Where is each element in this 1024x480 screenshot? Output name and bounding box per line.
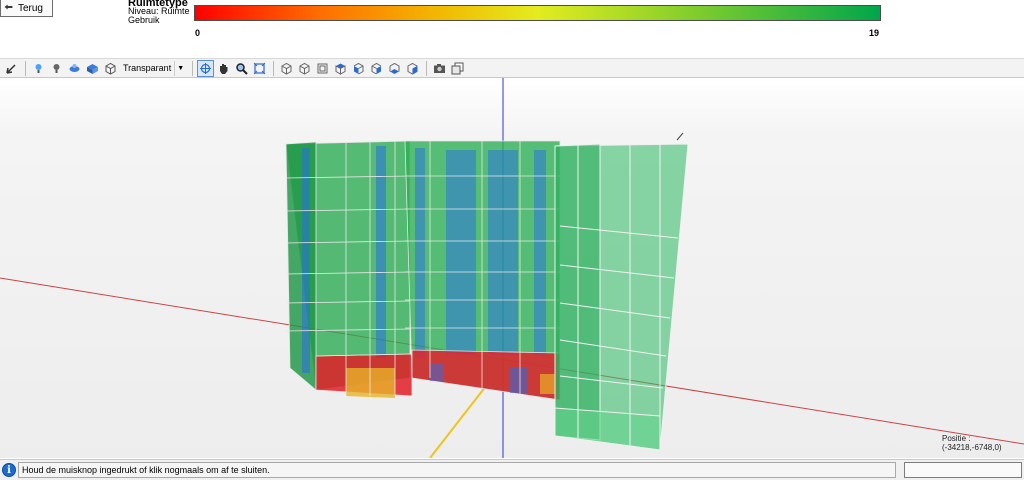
toolbar-separator xyxy=(426,60,428,76)
view-iso-icon[interactable] xyxy=(278,60,295,77)
copy-image-icon[interactable] xyxy=(449,60,466,77)
building-right-wing xyxy=(554,143,689,451)
building-center xyxy=(404,140,561,401)
scale-min-value: 0 xyxy=(195,28,201,38)
render-mode-select[interactable]: Transparant ▼ xyxy=(120,60,186,77)
position-readout: Positie : (-34218,-6748,0) xyxy=(942,434,1002,452)
view-persp-icon[interactable] xyxy=(404,60,421,77)
back-button[interactable]: 🠨 Terug xyxy=(0,0,53,17)
info-icon: i xyxy=(2,463,16,477)
zoom-extents-icon[interactable] xyxy=(251,60,268,77)
status-message: Houd de muisknop ingedrukt of klik nogma… xyxy=(18,462,896,478)
back-button-label: Terug xyxy=(17,2,43,14)
y-axis-line-back xyxy=(676,132,684,141)
screenshot-icon[interactable] xyxy=(431,60,448,77)
building-left-wing xyxy=(285,140,413,398)
rotate-icon[interactable] xyxy=(197,59,215,77)
status-progress-panel xyxy=(904,462,1022,478)
zoom-icon[interactable] xyxy=(233,60,250,77)
render-mode-value: Transparant xyxy=(123,63,172,73)
wireframe-cube-icon[interactable] xyxy=(102,60,119,77)
pan-hand-icon[interactable] xyxy=(215,60,232,77)
view-right-icon[interactable] xyxy=(368,60,385,77)
view-front-icon[interactable] xyxy=(296,60,313,77)
light-icon[interactable] xyxy=(30,60,47,77)
solid-icon[interactable] xyxy=(84,60,101,77)
toolbar-separator xyxy=(25,60,26,76)
chevron-down-icon[interactable]: ▼ xyxy=(174,60,186,76)
view-bottom-icon[interactable] xyxy=(386,60,403,77)
select-arrow-icon[interactable] xyxy=(3,60,20,77)
y-axis-line xyxy=(429,385,487,458)
toolbar-separator xyxy=(192,60,194,76)
view-top-icon[interactable] xyxy=(332,60,349,77)
legend-usage-label: Gebruik xyxy=(128,15,160,25)
3d-viewport[interactable]: Positie : (-34218,-6748,0) xyxy=(0,78,1024,458)
back-arrow-icon: 🠨 xyxy=(4,1,13,14)
toolbar-separator xyxy=(273,60,275,76)
shade-icon[interactable] xyxy=(66,60,83,77)
3d-scene xyxy=(0,78,1024,458)
lightbulb-icon[interactable] xyxy=(48,60,65,77)
scale-max-value: 19 xyxy=(869,28,880,38)
status-bar: i Houd de muisknop ingedrukt of klik nog… xyxy=(0,459,1024,480)
view-left-icon[interactable] xyxy=(350,60,367,77)
view-toolbar: Transparant ▼ xyxy=(0,58,1024,78)
color-scale-bar xyxy=(194,5,881,21)
view-back-icon[interactable] xyxy=(314,60,331,77)
